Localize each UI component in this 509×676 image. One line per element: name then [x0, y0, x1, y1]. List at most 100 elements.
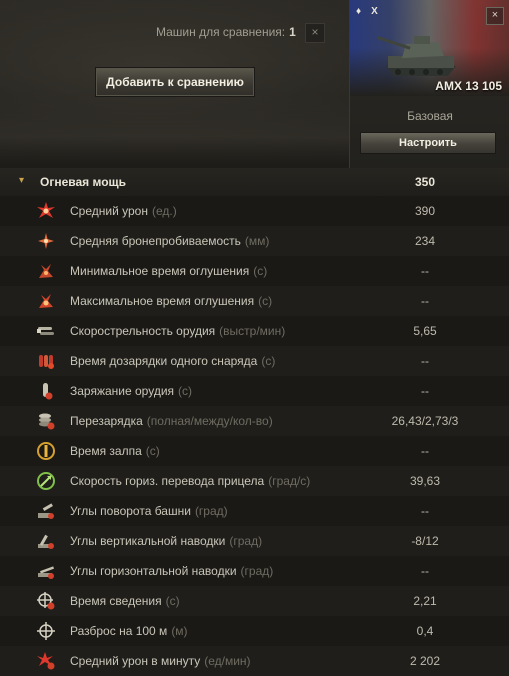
stat-name: Средний урон в минуту — [70, 654, 201, 668]
stat-row: Скорострельность орудия (выстр/мин) 5,65 — [0, 316, 509, 346]
stat-value: -- — [421, 354, 429, 368]
stat-unit: (с) — [258, 294, 273, 308]
stat-value: 390 — [414, 204, 436, 218]
stat-label: Углы поворота башни (град) — [70, 504, 228, 518]
stat-label: Скорострельность орудия (выстр/мин) — [70, 324, 285, 338]
stat-value: 39,63 — [409, 474, 441, 488]
stat-row: Время дозарядки одного снаряда (с) -- — [0, 346, 509, 376]
stat-value: 2,21 — [413, 594, 437, 608]
section-value: 350 — [414, 175, 436, 189]
stat-value: 5,65 — [413, 324, 437, 338]
stat-name: Скорость гориз. перевода прицела — [70, 474, 265, 488]
stat-name: Скорострельность орудия — [70, 324, 216, 338]
compare-counter-value: 1 — [289, 25, 296, 39]
stat-value: -- — [421, 384, 429, 398]
stat-name: Время дозарядки одного снаряда — [70, 354, 258, 368]
stat-row: Углы вертикальной наводки (град) -8/12 — [0, 526, 509, 556]
stat-unit: (м) — [171, 624, 188, 638]
stat-name: Углы вертикальной наводки — [70, 534, 226, 548]
stat-name: Время залпа — [70, 444, 142, 458]
section-firepower[interactable]: ▾ Огневая мощь 350 — [0, 168, 509, 196]
stat-label: Минимальное время оглушения (с) — [70, 264, 267, 278]
gun-arc-icon — [36, 561, 56, 581]
stat-value: 2 202 — [409, 654, 441, 668]
stat-name: Углы горизонтальной наводки — [70, 564, 237, 578]
background-art — [0, 95, 350, 165]
dpm-icon — [36, 651, 56, 671]
shell-reload-icon — [36, 351, 56, 371]
stat-label: Углы вертикальной наводки (град) — [70, 534, 262, 548]
configure-button[interactable]: Настроить — [360, 132, 496, 154]
stat-row: Время залпа (с) -- — [0, 436, 509, 466]
stat-label: Углы горизонтальной наводки (град) — [70, 564, 273, 578]
clear-compare-button[interactable]: × — [305, 23, 325, 43]
stat-unit: (град/с) — [268, 474, 311, 488]
stat-unit: (мм) — [244, 234, 270, 248]
stat-unit: (ед.) — [151, 204, 177, 218]
stat-label: Средняя бронепробиваемость (мм) — [70, 234, 269, 248]
remove-tank-button[interactable]: × — [486, 7, 504, 25]
stat-name: Средний урон — [70, 204, 148, 218]
stat-label: Время залпа (с) — [70, 444, 160, 458]
stat-row: Средний урон в минуту (ед/мин) 2 202 — [0, 646, 509, 676]
stat-value: 0,4 — [416, 624, 434, 638]
tank-card: ♦ X × AMX 13 105 Базовая Настроить — [349, 0, 509, 168]
stat-value: 26,43/2,73/3 — [391, 414, 459, 428]
stat-value: -- — [421, 294, 429, 308]
stun-min-icon — [36, 261, 56, 281]
stat-unit: (с) — [165, 594, 180, 608]
stats-table: ▾ Огневая мощь 350 Средний урон (ед.) 390 С… — [0, 168, 509, 676]
rate-of-fire-icon — [36, 321, 56, 341]
stat-row: Средняя бронепробиваемость (мм) 234 — [0, 226, 509, 256]
add-to-compare-button[interactable]: Добавить к сравнению — [95, 67, 255, 97]
magazine-reload-icon — [36, 411, 56, 431]
tank-config: Базовая — [407, 109, 453, 123]
stat-name: Средняя бронепробиваемость — [70, 234, 241, 248]
stat-row: Перезарядка (полная/между/кол-во) 26,43/2,… — [0, 406, 509, 436]
salvo-icon — [36, 441, 56, 461]
stat-name: Перезарядка — [70, 414, 143, 428]
stat-row: Углы поворота башни (град) -- — [0, 496, 509, 526]
section-title: Огневая мощь — [40, 175, 127, 189]
stat-unit: (с) — [253, 264, 268, 278]
stat-label: Средний урон (ед.) — [70, 204, 177, 218]
stat-name: Время сведения — [70, 594, 162, 608]
tank-tier-label: X — [371, 6, 378, 17]
dispersion-icon — [36, 621, 56, 641]
tank-type-icon: ♦ — [356, 6, 362, 17]
stat-row: Разброс на 100 м (м) 0,4 — [0, 616, 509, 646]
stat-row: Заряжание орудия (с) -- — [0, 376, 509, 406]
stat-value: -- — [421, 504, 429, 518]
stat-name: Углы поворота башни — [70, 504, 191, 518]
compare-counter-label: Машин для сравнения: — [156, 25, 286, 39]
stat-row: Максимальное время оглушения (с) -- — [0, 286, 509, 316]
stat-unit: (град) — [229, 534, 263, 548]
stat-unit: (выстр/мин) — [219, 324, 286, 338]
stat-unit: (град) — [240, 564, 274, 578]
stat-unit: (полная/между/кол-во) — [146, 414, 273, 428]
stat-row: Углы горизонтальной наводки (град) -- — [0, 556, 509, 586]
stat-value: -8/12 — [411, 534, 439, 548]
stat-value: -- — [421, 444, 429, 458]
stat-row: Средний урон (ед.) 390 — [0, 196, 509, 226]
stat-name: Максимальное время оглушения — [70, 294, 255, 308]
stat-label: Время дозарядки одного снаряда (с) — [70, 354, 275, 368]
damage-icon — [36, 201, 56, 221]
tank-image — [378, 34, 456, 76]
stat-unit: (град) — [194, 504, 228, 518]
stat-value: -- — [421, 564, 429, 578]
stat-name: Минимальное время оглушения — [70, 264, 250, 278]
tank-tier: ♦ X — [356, 6, 388, 17]
stat-name: Заряжание орудия — [70, 384, 175, 398]
traverse-icon — [36, 471, 56, 491]
stat-value: 234 — [414, 234, 436, 248]
stat-label: Разброс на 100 м (м) — [70, 624, 188, 638]
loading-icon — [36, 381, 56, 401]
stat-label: Заряжание орудия (с) — [70, 384, 192, 398]
stat-row: Минимальное время оглушения (с) -- — [0, 256, 509, 286]
stat-label: Средний урон в минуту (ед/мин) — [70, 654, 251, 668]
stat-label: Перезарядка (полная/между/кол-во) — [70, 414, 273, 428]
elevation-icon — [36, 531, 56, 551]
aim-time-icon — [36, 591, 56, 611]
stat-unit: (с) — [145, 444, 160, 458]
